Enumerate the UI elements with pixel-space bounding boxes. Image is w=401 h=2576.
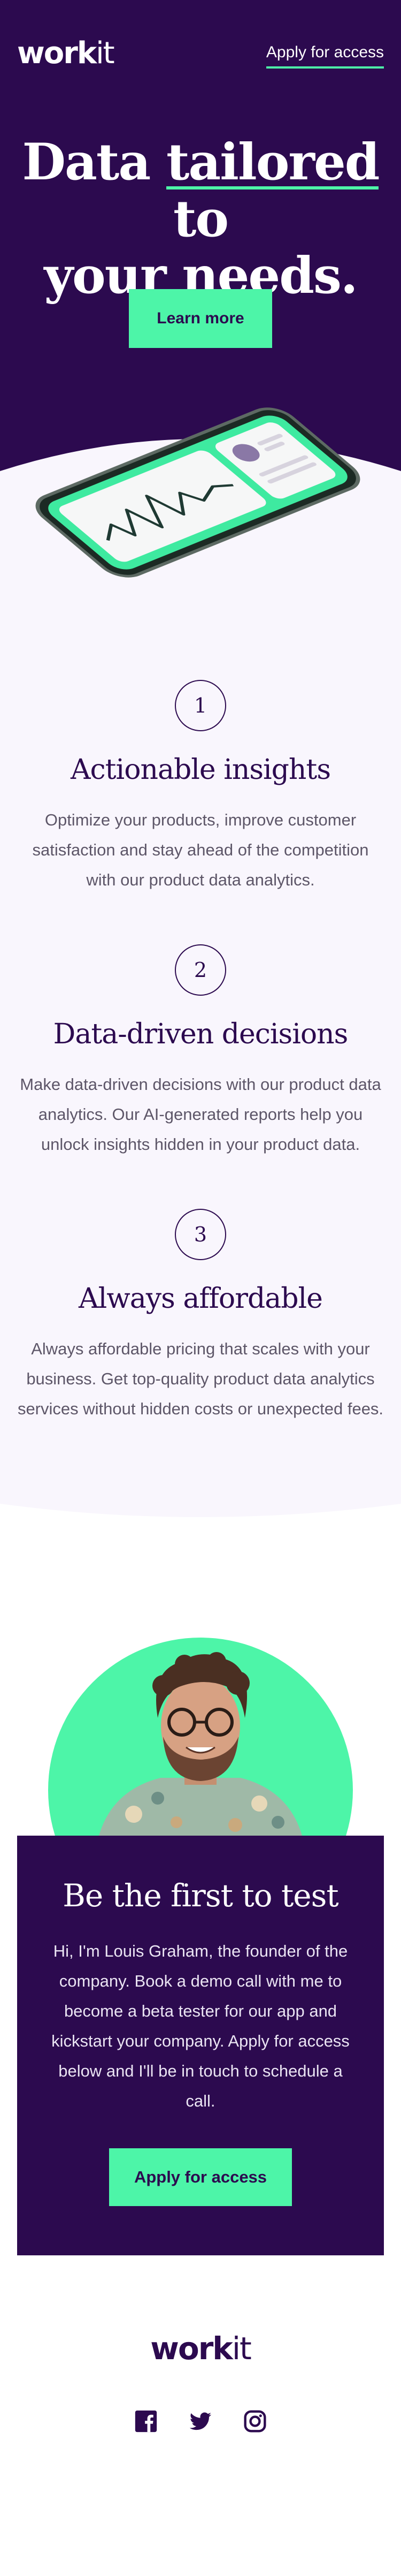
feature-text: Always affordable pricing that scales wi… — [17, 1339, 384, 1418]
feature-number: 2 — [175, 944, 226, 996]
hero-section: workit Apply for access Data tailored to… — [0, 0, 401, 621]
top-nav: workit Apply for access — [0, 37, 401, 70]
founder-section: Be the first to test Hi, I'm Louis Graha… — [0, 1525, 401, 2255]
twitter-icon[interactable] — [189, 2410, 212, 2433]
feature-title: Actionable insights — [70, 754, 331, 786]
feature-item: 3 Always affordable Always affordable pr… — [16, 1209, 385, 1424]
learn-more-button[interactable]: Learn more — [129, 289, 272, 348]
phone-mockup-illustration — [35, 407, 360, 578]
founder-card: Be the first to test Hi, I'm Louis Graha… — [17, 1836, 384, 2255]
facebook-icon[interactable] — [134, 2410, 158, 2433]
logo[interactable]: workit — [17, 37, 115, 70]
founder-photo — [48, 1638, 353, 1836]
feature-text: Make data-driven decisions with our prod… — [20, 1075, 381, 1154]
feature-text: Optimize your products, improve customer… — [32, 810, 369, 889]
feature-title: Always affordable — [79, 1283, 323, 1315]
feature-number: 1 — [175, 680, 226, 731]
social-links — [0, 2410, 401, 2433]
apply-for-access-button[interactable]: Apply for access — [109, 2148, 292, 2206]
hero-title: Data tailored to your needs. — [22, 133, 380, 305]
hero-title-underlined: tailored — [166, 133, 380, 192]
founder-portrait-illustration — [48, 1638, 353, 1836]
founder-title: Be the first to test — [63, 1877, 338, 1914]
feature-title: Data-driven decisions — [53, 1018, 349, 1050]
feature-item: 2 Data-driven decisions Make data-driven… — [16, 944, 385, 1160]
section-curve — [0, 1493, 401, 1517]
instagram-icon[interactable] — [243, 2410, 267, 2433]
feature-item: 1 Actionable insights Optimize your prod… — [16, 680, 385, 895]
footer: workit — [0, 2255, 401, 2530]
footer-logo[interactable]: workit — [0, 2330, 401, 2367]
nav-apply-link[interactable]: Apply for access — [266, 42, 384, 69]
feature-number: 3 — [175, 1209, 226, 1260]
features-section: 1 Actionable insights Optimize your prod… — [0, 621, 401, 1494]
founder-text: Hi, I'm Louis Graham, the founder of the… — [51, 1942, 350, 2110]
